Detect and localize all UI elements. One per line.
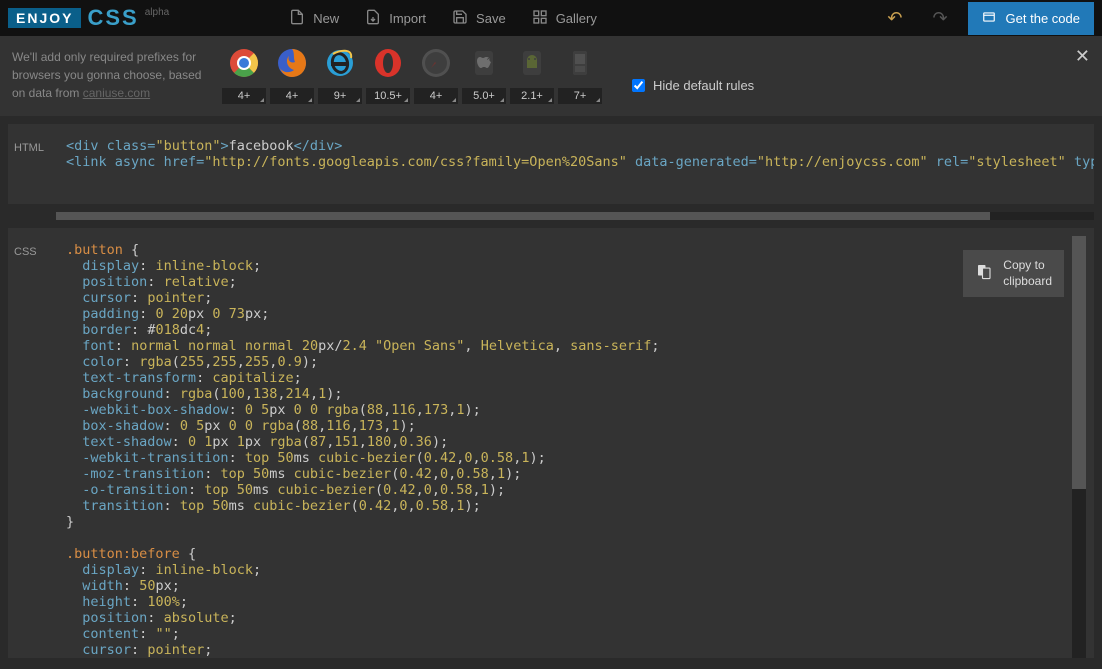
- browser-list: 4+4+9+10.5+4+5.0+2.1+7+: [222, 48, 602, 104]
- html-code-area[interactable]: <div class="button">facebook</div> <link…: [56, 124, 1094, 204]
- caniuse-link[interactable]: caniuse.com: [83, 86, 150, 100]
- browser-version[interactable]: 2.1+: [510, 88, 554, 104]
- browser-ios[interactable]: 5.0+: [462, 48, 506, 104]
- browser-ie[interactable]: 9+: [318, 48, 362, 104]
- ie-icon: [325, 48, 355, 78]
- logo: ENJOY CSS alpha: [8, 5, 169, 31]
- browser-opera[interactable]: 10.5+: [366, 48, 410, 104]
- ios-icon: [469, 48, 499, 78]
- blackberry-icon: [565, 48, 595, 78]
- browser-safari[interactable]: 4+: [414, 48, 458, 104]
- history-icons: ↶ ↷: [887, 8, 947, 29]
- logo-enjoy: ENJOY: [8, 8, 81, 28]
- hide-default-checkbox[interactable]: [632, 79, 645, 92]
- nav-label: Save: [476, 11, 506, 26]
- html-pane: HTML <div class="button">facebook</div> …: [8, 124, 1094, 204]
- nav-label: New: [313, 11, 339, 26]
- copy-label: Copy to clipboard: [1003, 258, 1052, 289]
- nav-save[interactable]: Save: [442, 3, 516, 34]
- nav-label: Gallery: [556, 11, 597, 26]
- firefox-icon: [277, 48, 307, 78]
- prefix-text: We'll add only required prefixes for bro…: [12, 48, 202, 102]
- nav-new[interactable]: New: [279, 3, 349, 34]
- css-code-area[interactable]: .button { display: inline-block; positio…: [56, 228, 1094, 658]
- android-icon: [517, 48, 547, 78]
- redo-icon[interactable]: ↷: [932, 8, 947, 29]
- chrome-icon: [229, 48, 259, 78]
- browser-version[interactable]: 7+: [558, 88, 602, 104]
- hide-default-toggle[interactable]: Hide default rules: [632, 78, 754, 93]
- browser-version[interactable]: 4+: [414, 88, 458, 104]
- prefix-bar: We'll add only required prefixes for bro…: [0, 36, 1102, 116]
- browser-android[interactable]: 2.1+: [510, 48, 554, 104]
- get-code-button[interactable]: Get the code: [968, 2, 1094, 35]
- nav-gallery[interactable]: Gallery: [522, 3, 607, 34]
- browser-version[interactable]: 4+: [222, 88, 266, 104]
- hide-default-label: Hide default rules: [653, 78, 754, 93]
- main-header: ENJOY CSS alpha New Import Save Gallery ↶ ↷…: [0, 0, 1102, 36]
- browser-version[interactable]: 9+: [318, 88, 362, 104]
- gallery-icon: [532, 9, 548, 28]
- nav-label: Import: [389, 11, 426, 26]
- css-pane: CSS .button { display: inline-block; pos…: [8, 228, 1094, 658]
- css-scroll-vertical[interactable]: [1072, 236, 1086, 658]
- import-icon: [365, 9, 381, 28]
- get-code-label: Get the code: [1006, 11, 1080, 26]
- logo-css: CSS: [87, 5, 138, 31]
- css-pane-label: CSS: [8, 228, 56, 658]
- browser-version[interactable]: 5.0+: [462, 88, 506, 104]
- save-icon: [452, 9, 468, 28]
- code-icon: [982, 10, 996, 27]
- html-pane-label: HTML: [8, 124, 56, 204]
- browser-version[interactable]: 10.5+: [366, 88, 410, 104]
- header-right: ↶ ↷ Get the code: [887, 2, 1094, 35]
- browser-firefox[interactable]: 4+: [270, 48, 314, 104]
- opera-icon: [373, 48, 403, 78]
- copy-icon: [975, 262, 993, 285]
- html-scroll-horizontal[interactable]: [56, 212, 1094, 220]
- nav-items: New Import Save Gallery: [279, 3, 607, 34]
- new-icon: [289, 9, 305, 28]
- logo-alpha: alpha: [145, 7, 169, 18]
- copy-clipboard-button[interactable]: Copy to clipboard: [963, 250, 1064, 297]
- safari-icon: [421, 48, 451, 78]
- browser-blackberry[interactable]: 7+: [558, 48, 602, 104]
- browser-chrome[interactable]: 4+: [222, 48, 266, 104]
- nav-import[interactable]: Import: [355, 3, 436, 34]
- close-icon[interactable]: ✕: [1075, 46, 1090, 67]
- undo-icon[interactable]: ↶: [887, 8, 902, 29]
- browser-version[interactable]: 4+: [270, 88, 314, 104]
